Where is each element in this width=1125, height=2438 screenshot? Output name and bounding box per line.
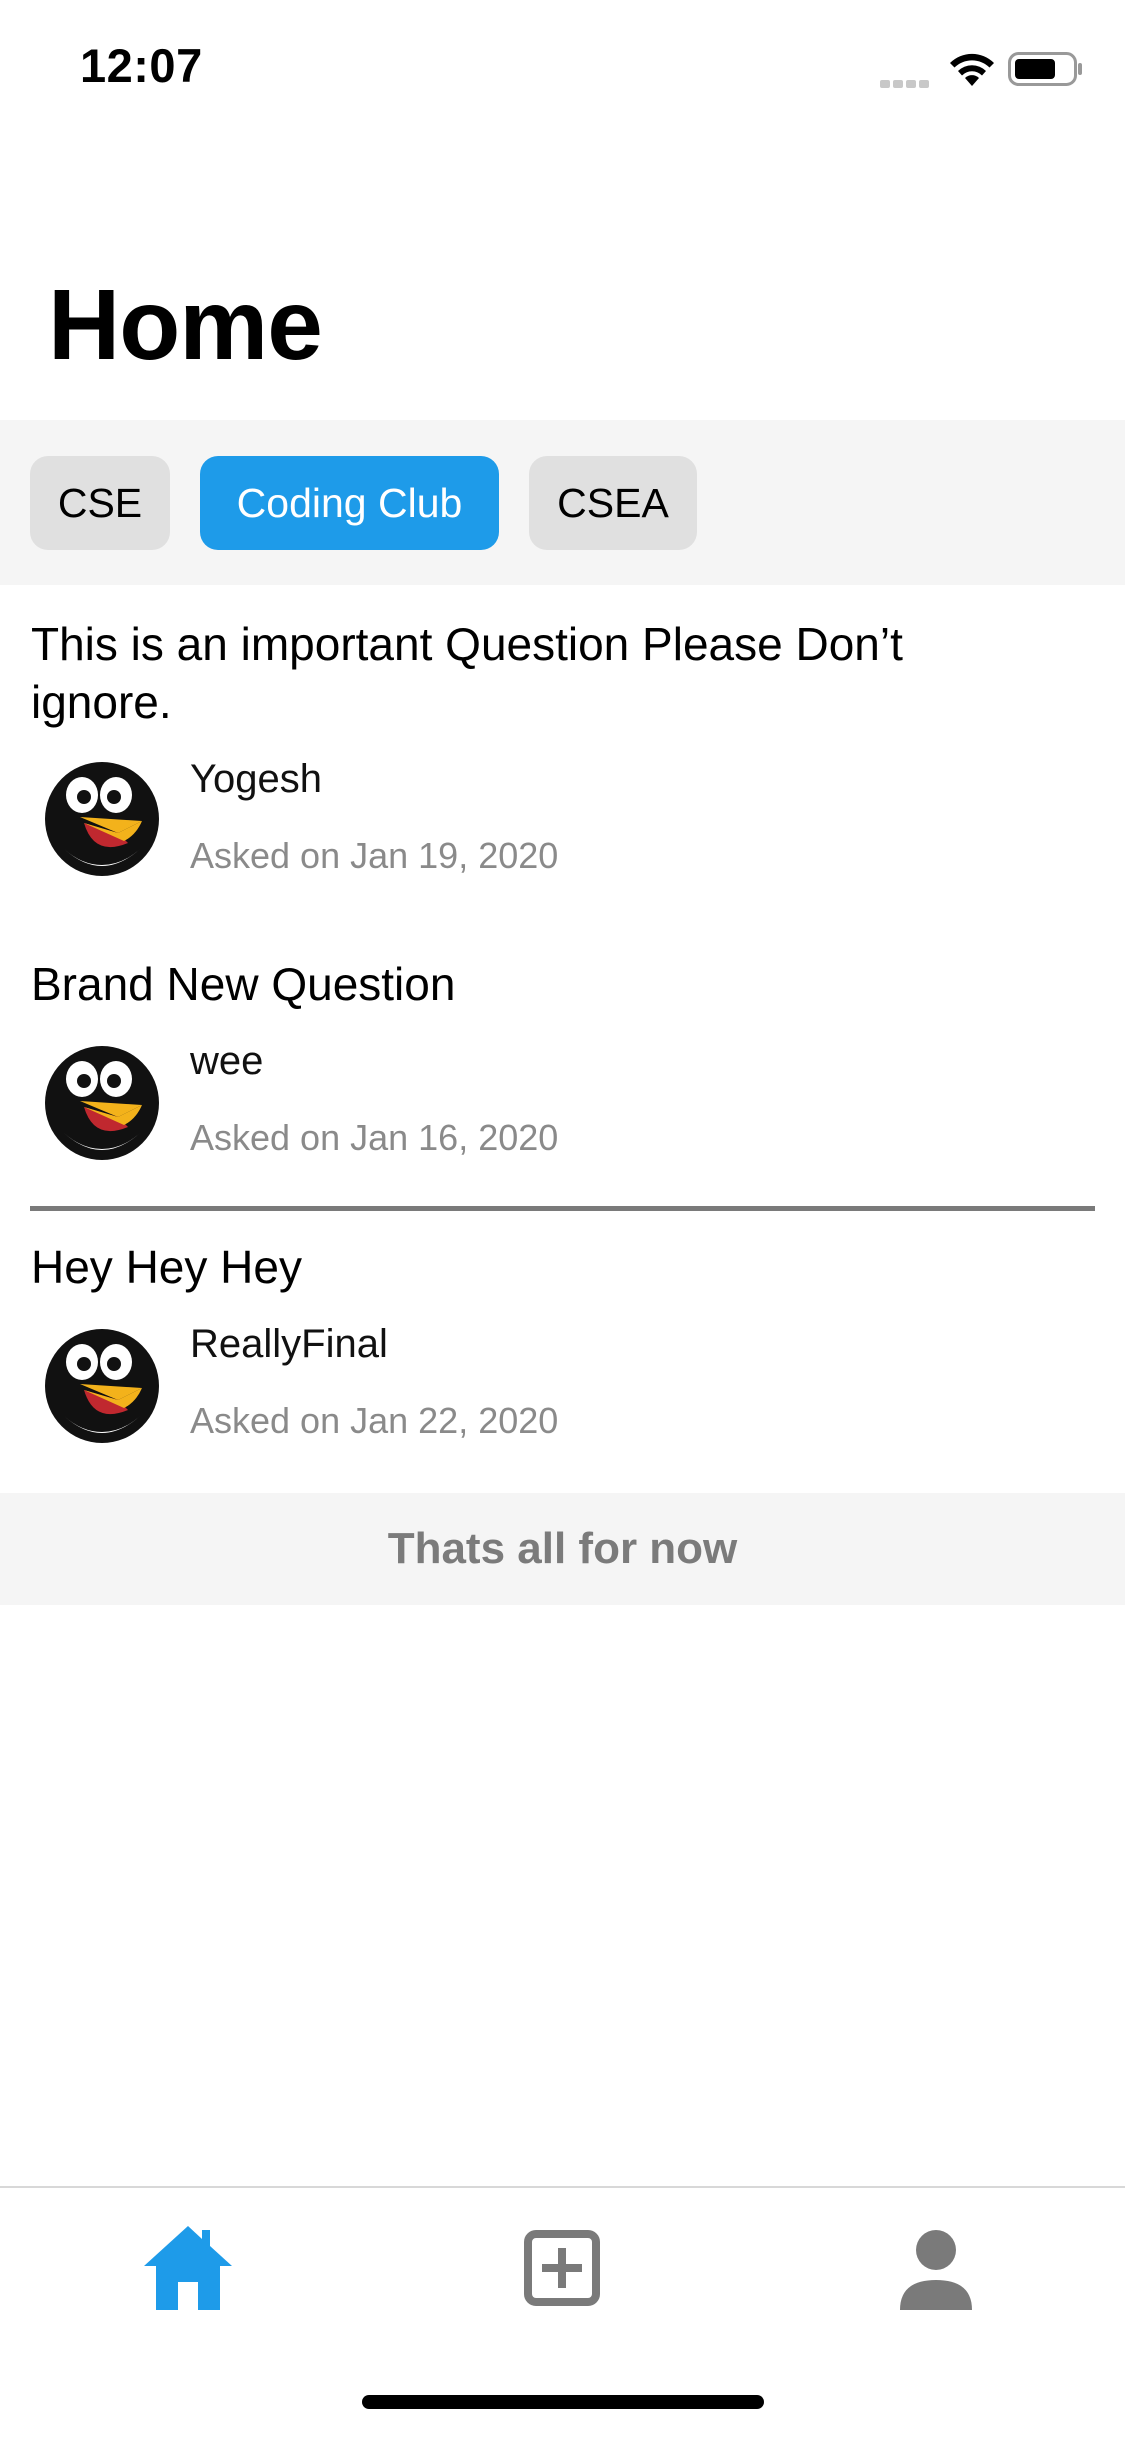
penguin-avatar-icon — [45, 1046, 159, 1160]
question-title: Hey Hey Hey — [31, 1241, 302, 1293]
battery-icon — [1008, 52, 1082, 86]
penguin-avatar-icon — [45, 762, 159, 876]
home-indicator[interactable] — [362, 2395, 764, 2409]
question-title: Brand New Question — [31, 958, 456, 1010]
question-asked-date: Asked on Jan 19, 2020 — [190, 835, 559, 876]
person-icon[interactable] — [886, 2218, 986, 2318]
end-of-list-message: Thats all for now — [0, 1493, 1125, 1605]
question-item[interactable]: This is an important Question Please Don… — [0, 585, 1125, 915]
list-divider — [30, 1206, 1095, 1211]
status-bar: 12:07 — [0, 0, 1125, 135]
home-icon[interactable] — [138, 2218, 238, 2318]
add-square-icon[interactable] — [512, 2218, 612, 2318]
question-author: ReallyFinal — [190, 1322, 388, 1366]
question-author: Yogesh — [190, 757, 322, 801]
question-title: This is an important Question Please Don… — [31, 618, 903, 728]
filter-chip-coding-club[interactable]: Coding Club — [200, 456, 499, 550]
question-asked-date: Asked on Jan 16, 2020 — [190, 1117, 559, 1158]
penguin-avatar-icon — [45, 1329, 159, 1443]
category-filter-bar: CSE Coding Club CSEA — [0, 420, 1125, 585]
question-author: wee — [190, 1039, 264, 1083]
question-item[interactable]: Hey Hey Hey ReallyFinal Asked on Jan 22,… — [0, 1218, 1125, 1488]
question-asked-date: Asked on Jan 22, 2020 — [190, 1400, 559, 1441]
wifi-icon — [950, 53, 994, 86]
filter-chip-csea[interactable]: CSEA — [529, 456, 697, 550]
question-item[interactable]: Brand New Question wee Asked on Jan 16, … — [0, 935, 1125, 1205]
filter-chip-cse[interactable]: CSE — [30, 456, 170, 550]
page-title: Home — [48, 269, 323, 381]
status-time: 12:07 — [80, 39, 203, 92]
cellular-signal-icon — [880, 75, 935, 88]
